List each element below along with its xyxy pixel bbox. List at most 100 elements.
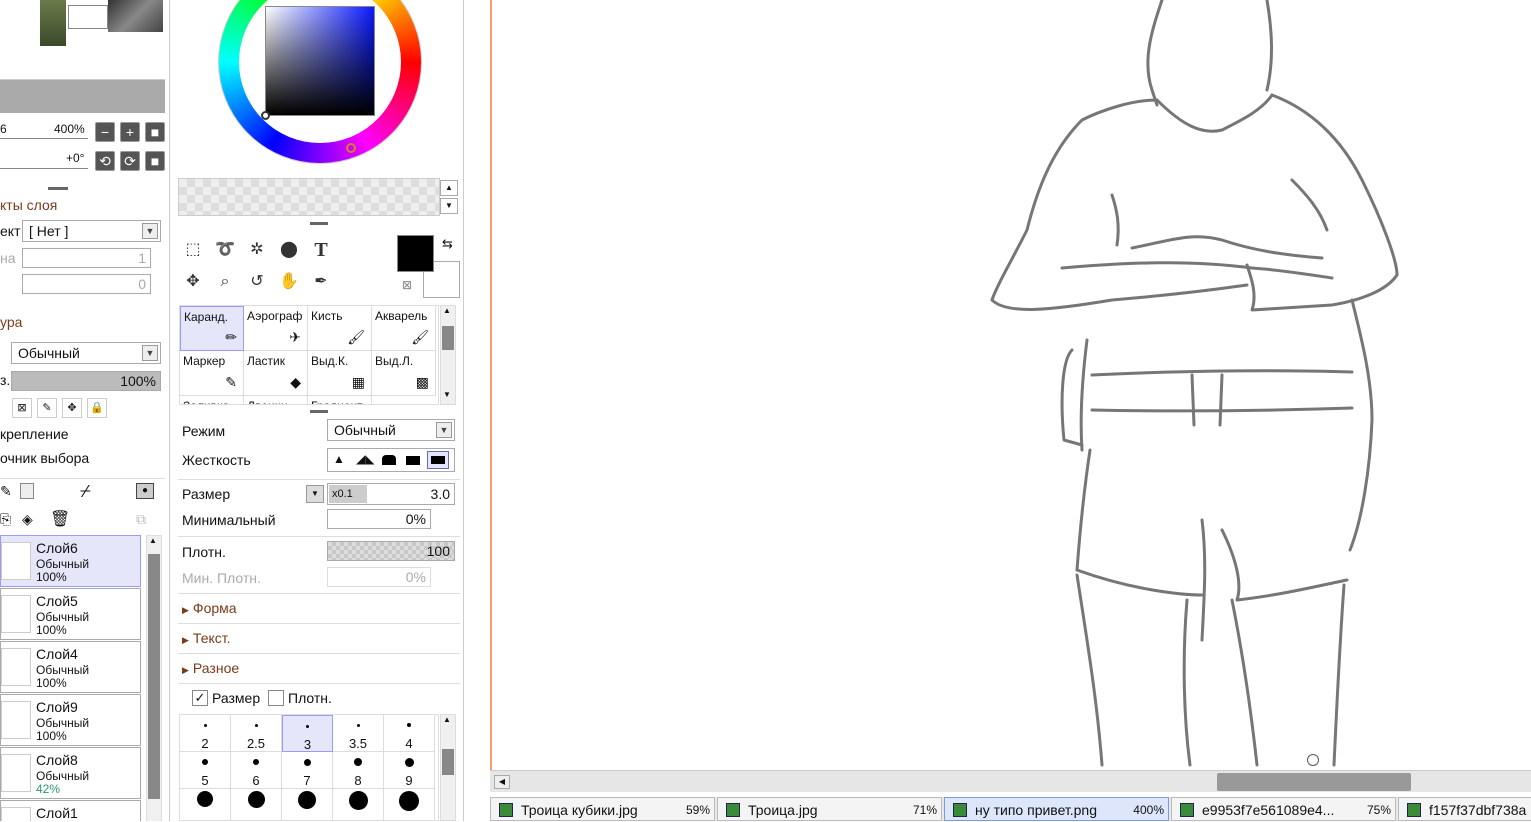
layer-item[interactable]: Слой4 Обычный 100% (0, 641, 141, 693)
transform-layer-icon[interactable]: ⌿ (80, 481, 91, 502)
width-field[interactable]: 1 (22, 248, 151, 268)
document-tab[interactable]: Троица кубики.jpg 59% (490, 797, 715, 821)
scroll-thumb[interactable] (148, 554, 160, 799)
canvas-hscrollbar[interactable]: ◀ (490, 770, 1531, 792)
brush-size-cell[interactable]: 2 (180, 715, 231, 752)
selection-pen-icon[interactable]: ⬤ (274, 236, 304, 264)
layer-scrollbar[interactable]: ▲ (146, 535, 162, 821)
hardness-4-icon[interactable] (406, 456, 420, 465)
density-field[interactable]: 100 (327, 541, 455, 561)
hardness-5-icon[interactable] (427, 451, 449, 469)
color-sv-square[interactable] (265, 6, 375, 116)
hardness-2-icon[interactable]: ◢◣ (356, 452, 374, 468)
brush-6[interactable]: Ластик ◆ (244, 351, 308, 396)
brush-size-cell[interactable] (333, 789, 384, 820)
brush-size-cell[interactable]: 8 (333, 752, 384, 789)
lock-move-icon[interactable]: ✥ (62, 398, 82, 418)
lasso-icon[interactable]: ➰ (210, 236, 240, 264)
min-density-field[interactable]: 0% (327, 567, 431, 587)
transparent-color-icon[interactable]: ⊠ (402, 278, 412, 292)
history-down-button[interactable]: ▼ (440, 198, 458, 214)
brush-10[interactable]: Двоичн (244, 396, 308, 404)
size-checkbox[interactable]: ✓ (192, 690, 208, 706)
zoom-in-button[interactable]: + (120, 122, 140, 142)
layer-item[interactable]: Слой5 Обычный 100% (0, 588, 141, 640)
trash-icon[interactable]: 🗑 (50, 509, 70, 529)
size-dropdown-button[interactable]: ▼ (306, 485, 324, 503)
brush-7[interactable]: Выд.К. ▦ (308, 351, 372, 396)
primary-color-swatch[interactable] (397, 235, 434, 272)
layer-item[interactable]: Слой9 Обычный 100% (0, 694, 141, 746)
brush-size-cell[interactable]: 6 (231, 752, 282, 789)
brush-scrollbar[interactable]: ▲ ▼ (440, 305, 456, 405)
brush-2[interactable]: Аэрограф ✈ (244, 306, 308, 351)
section-texture[interactable]: ▶ Текст. (182, 630, 231, 646)
document-tab[interactable]: e9953f7e561089e4... 75% (1171, 797, 1396, 821)
panel-gutter[interactable] (465, 0, 490, 821)
scroll-up-icon[interactable]: ▲ (443, 306, 451, 315)
navigator-preview[interactable] (0, 0, 165, 80)
selection-source-label[interactable]: очник выбора (0, 450, 89, 466)
eyedropper-icon[interactable]: ✒ (306, 268, 336, 296)
brush-size-cell[interactable]: 5 (180, 752, 231, 789)
scroll-up-icon[interactable]: ▲ (149, 536, 157, 545)
document-tab[interactable]: ну типо привет.png 400% (944, 797, 1169, 821)
brush-size-cell[interactable]: 9 (384, 752, 435, 789)
swap-colors-icon[interactable]: ⇆ (442, 236, 453, 252)
blend-mode-select[interactable]: Обычный ▼ (11, 342, 161, 364)
lock-transparency-icon[interactable]: ⊠ (12, 398, 32, 418)
mask-layer-icon[interactable]: ● (136, 483, 154, 499)
history-up-button[interactable]: ▲ (440, 180, 458, 196)
brush-mode-select[interactable]: Обычный ▼ (327, 419, 455, 441)
brush-1[interactable]: Каранд. ✏ (180, 306, 244, 351)
splitter[interactable] (310, 222, 328, 225)
brush-size-cell[interactable]: 7 (282, 752, 333, 789)
zoom-reset-button[interactable]: ■ (145, 122, 165, 142)
layer-item[interactable]: Слой8 Обычный 42% (0, 747, 141, 799)
rotate-left-button[interactable]: ⟲ (95, 151, 115, 171)
copy-layer-icon[interactable]: ⎘ (0, 511, 11, 528)
zoom-slider[interactable] (0, 138, 88, 139)
scroll-left-icon[interactable]: ◀ (494, 775, 510, 789)
scroll-thumb[interactable] (442, 326, 454, 350)
density-checkbox[interactable] (268, 690, 284, 706)
brush-size-cell[interactable] (282, 789, 333, 820)
brush-8[interactable]: Выд.Л. ▩ (372, 351, 436, 396)
texture-select[interactable]: [ Нет ] ▼ (22, 220, 161, 242)
splitter[interactable] (48, 187, 68, 190)
scroll-up-icon[interactable]: ▲ (443, 715, 451, 724)
rect-select-icon[interactable]: ⬚ (178, 236, 208, 264)
brush-size-cell[interactable]: 4 (384, 715, 435, 752)
brush-3[interactable]: Кисть 🖌 (308, 306, 372, 351)
rotate-right-button[interactable]: ⟳ (120, 151, 140, 171)
new-layer-folder-icon[interactable] (20, 483, 34, 499)
layer-item[interactable]: Слой6 Обычный 100% (0, 535, 141, 587)
rotate-icon[interactable]: ↺ (242, 268, 272, 296)
canvas[interactable] (490, 0, 1531, 770)
rotate-reset-button[interactable]: ■ (145, 151, 165, 171)
size-field[interactable]: x0.1 3.0 (327, 483, 455, 505)
brush-4[interactable]: Акварель 🖌 (372, 306, 436, 351)
splitter[interactable] (310, 410, 328, 413)
min-size-field[interactable]: 0% (327, 509, 431, 529)
merge-layer-icon[interactable]: ⧉ (136, 511, 146, 528)
brush-size-cell[interactable] (231, 789, 282, 820)
brush-size-cell[interactable] (180, 789, 231, 820)
strength-field[interactable]: 0 (22, 274, 151, 294)
erase-layer-icon[interactable]: ◈ (22, 511, 33, 528)
size-scrollbar[interactable]: ▲ (440, 714, 456, 821)
brush-size-cell[interactable]: 3 (282, 715, 333, 752)
brush-size-cell[interactable]: 2.5 (231, 715, 282, 752)
scroll-down-icon[interactable]: ▼ (443, 390, 451, 399)
hardness-1-icon[interactable]: ▲ (333, 452, 349, 468)
lock-all-icon[interactable]: 🔒 (87, 398, 107, 418)
brush-size-cell[interactable] (384, 789, 435, 820)
document-tab[interactable]: f157f37dbf738a (1398, 797, 1531, 821)
lock-paint-icon[interactable]: ✎ (37, 398, 57, 418)
new-layer-icon[interactable]: ✎ (0, 483, 12, 500)
magic-wand-icon[interactable]: ✲ (242, 236, 272, 264)
section-misc[interactable]: ▶ Разное (182, 660, 239, 676)
brush-size-cell[interactable]: 3.5 (333, 715, 384, 752)
move-icon[interactable]: ✥ (178, 268, 208, 296)
zoom-out-button[interactable]: − (95, 122, 115, 142)
